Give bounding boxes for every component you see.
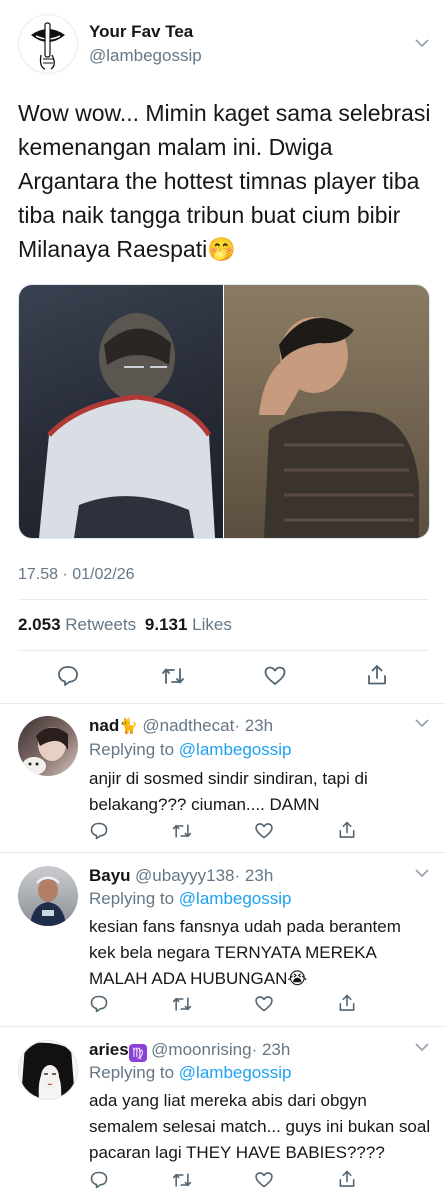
reply-time: · 23h — [251, 1040, 291, 1059]
divider — [18, 599, 428, 600]
divider — [0, 1026, 446, 1027]
replying-to: Replying to @lambegossip — [89, 740, 292, 760]
retweet-icon[interactable] — [171, 1170, 193, 1190]
face-emoji: 🤭 — [207, 236, 236, 262]
reply-author-name[interactable]: nad — [89, 716, 119, 735]
like-icon[interactable] — [254, 821, 274, 841]
person-silhouette-icon — [39, 313, 215, 538]
chevron-down-icon[interactable] — [414, 38, 430, 48]
tweet-stats: 2.053 Retweets 9.131 Likes — [18, 615, 232, 635]
reply-avatar[interactable] — [18, 866, 78, 926]
chevron-down-icon[interactable] — [414, 718, 430, 728]
reply-author-handle[interactable]: @ubayyy138 — [135, 866, 235, 885]
reply-time: · 23h — [234, 716, 274, 735]
reply-meta: nad🐈 @nadthecat· 23h — [89, 716, 273, 736]
reply-text-body: ada yang liat mereka abis dari obgyn sem… — [89, 1091, 431, 1162]
reply-time: · 23h — [234, 866, 274, 885]
media-photo-left[interactable] — [19, 285, 223, 538]
replying-to-handle[interactable]: @lambegossip — [179, 889, 292, 908]
shush-logo-icon — [31, 22, 65, 70]
reply-text-body: anjir di sosmed sindir sindiran, tapi di… — [89, 769, 368, 814]
divider — [0, 852, 446, 853]
replying-to: Replying to @lambegossip — [89, 889, 292, 909]
author-name[interactable]: Your Fav Tea — [89, 22, 193, 42]
reply-author-handle[interactable]: @nadthecat — [142, 716, 234, 735]
share-icon[interactable] — [337, 1169, 357, 1189]
reply-icon[interactable] — [89, 821, 109, 841]
chevron-down-icon[interactable] — [414, 868, 430, 878]
replying-to-handle[interactable]: @lambegossip — [179, 740, 292, 759]
retweet-icon[interactable] — [160, 664, 186, 688]
share-icon[interactable] — [337, 820, 357, 840]
author-avatar[interactable] — [18, 14, 78, 74]
reply-text-body: kesian fans fansnya udah pada berantem k… — [89, 917, 401, 988]
profile-photo-icon — [22, 727, 68, 775]
reply-text: anjir di sosmed sindir sindiran, tapi di… — [89, 766, 419, 818]
reply-author-handle[interactable]: @moonrising — [151, 1040, 251, 1059]
person-silhouette-icon — [259, 317, 419, 538]
like-label[interactable]: Likes — [192, 615, 232, 634]
reply-author-name[interactable]: Bayu — [89, 866, 131, 885]
reply-meta: aries ♍ @moonrising· 23h — [89, 1040, 290, 1062]
author-handle[interactable]: @lambegossip — [89, 46, 202, 66]
divider — [0, 703, 446, 704]
retweet-icon[interactable] — [171, 821, 193, 841]
reply-text: kesian fans fansnya udah pada berantem k… — [89, 914, 414, 992]
crying-emoji: 😭 — [287, 969, 308, 988]
cat-emoji: 🐈 — [119, 718, 138, 735]
reply-icon[interactable] — [56, 664, 80, 688]
reply-author-name[interactable]: aries — [89, 1040, 129, 1059]
like-icon[interactable] — [254, 994, 274, 1014]
chevron-down-icon[interactable] — [414, 1042, 430, 1052]
profile-photo-icon — [30, 876, 66, 926]
reply-text: ada yang liat mereka abis dari obgyn sem… — [89, 1088, 434, 1166]
share-icon[interactable] — [337, 993, 357, 1013]
replying-to: Replying to @lambegossip — [89, 1063, 292, 1083]
replying-to-handle[interactable]: @lambegossip — [179, 1063, 292, 1082]
reply-avatar[interactable] — [18, 1040, 78, 1100]
like-icon[interactable] — [254, 1170, 274, 1190]
media-photo-right[interactable] — [224, 285, 429, 538]
reply-icon[interactable] — [89, 994, 109, 1014]
retweet-count[interactable]: 2.053 — [18, 615, 61, 634]
like-count[interactable]: 9.131 — [145, 615, 188, 634]
tweet-text: Wow wow... Mimin kaget sama selebrasi ke… — [18, 96, 433, 266]
replying-to-label: Replying to — [89, 1063, 175, 1082]
tweet-timestamp[interactable]: 17.58 · 01/02/26 — [18, 566, 135, 584]
retweet-icon[interactable] — [171, 994, 193, 1014]
tweet-media[interactable] — [18, 284, 430, 539]
profile-photo-icon — [21, 1042, 75, 1099]
reply-icon[interactable] — [89, 1170, 109, 1190]
replying-to-label: Replying to — [89, 740, 175, 759]
like-icon[interactable] — [263, 664, 287, 688]
share-icon[interactable] — [365, 663, 389, 687]
virgo-emoji: ♍ — [128, 1044, 147, 1062]
replying-to-label: Replying to — [89, 889, 175, 908]
reply-meta: Bayu @ubayyy138· 23h — [89, 866, 273, 886]
reply-avatar[interactable] — [18, 716, 78, 776]
divider — [18, 650, 428, 651]
retweet-label[interactable]: Retweets — [65, 615, 136, 634]
